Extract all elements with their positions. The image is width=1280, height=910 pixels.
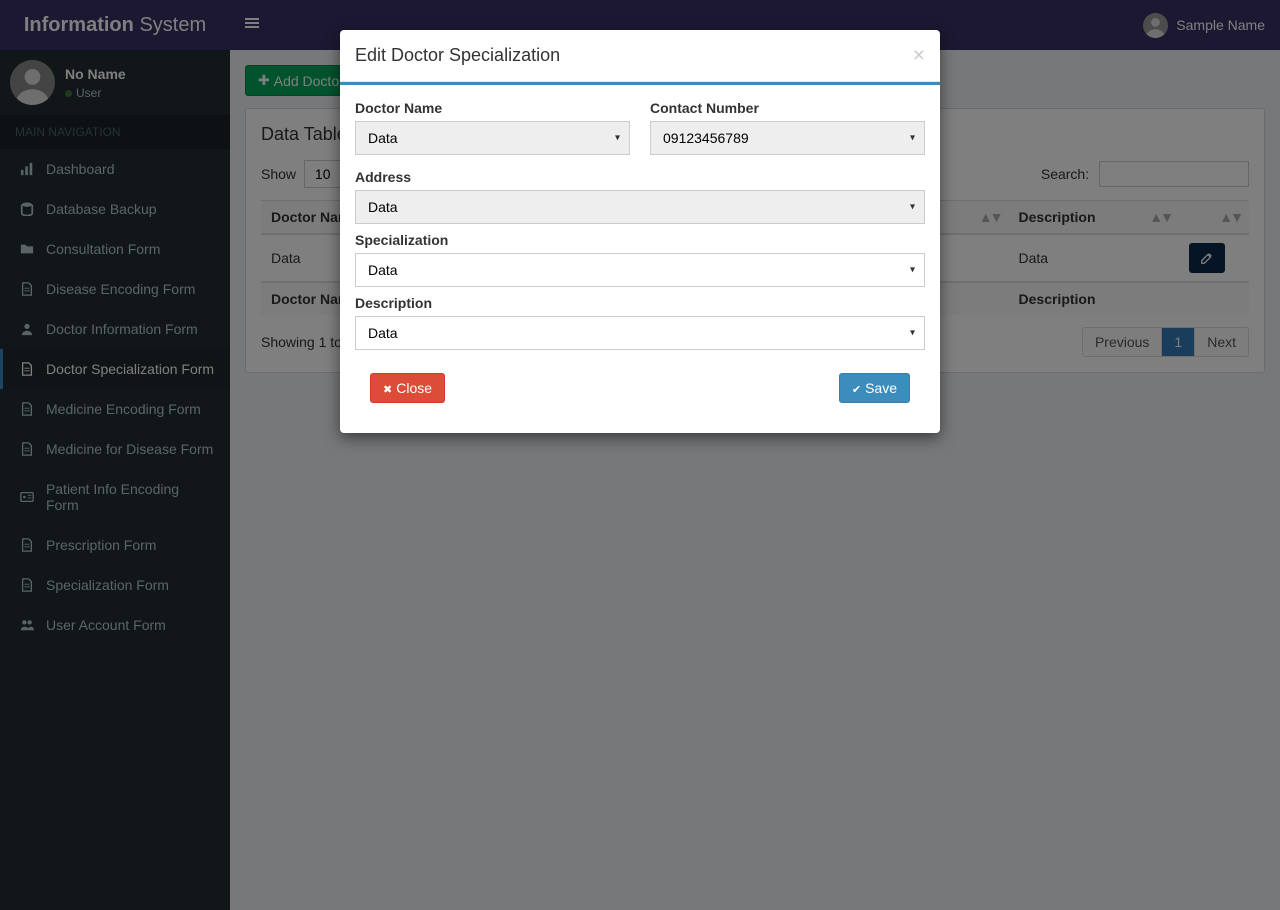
description-select[interactable]: Data: [355, 316, 925, 350]
modal-footer: Close Save: [355, 358, 925, 418]
description-label: Description: [355, 295, 925, 311]
close-icon: ×: [913, 44, 925, 67]
close-button-label: Close: [396, 380, 432, 396]
modal-close-button[interactable]: ×: [913, 45, 925, 66]
contact-number-select[interactable]: 09123456789: [650, 121, 925, 155]
modal-title: Edit Doctor Specialization: [355, 45, 560, 66]
close-button[interactable]: Close: [370, 373, 445, 403]
doctor-name-select[interactable]: Data: [355, 121, 630, 155]
specialization-label: Specialization: [355, 232, 925, 248]
modal-header: Edit Doctor Specialization ×: [340, 30, 940, 82]
close-icon: [383, 380, 392, 396]
modal-body: Doctor Name Data Contact Number 09123456…: [340, 85, 940, 433]
doctor-name-label: Doctor Name: [355, 100, 630, 116]
edit-doctor-specialization-modal: Edit Doctor Specialization × Doctor Name…: [340, 30, 940, 433]
specialization-select[interactable]: Data: [355, 253, 925, 287]
address-select[interactable]: Data: [355, 190, 925, 224]
check-icon: [852, 380, 861, 396]
save-button-label: Save: [865, 380, 897, 396]
save-button[interactable]: Save: [839, 373, 910, 403]
address-label: Address: [355, 169, 925, 185]
contact-number-label: Contact Number: [650, 100, 925, 116]
